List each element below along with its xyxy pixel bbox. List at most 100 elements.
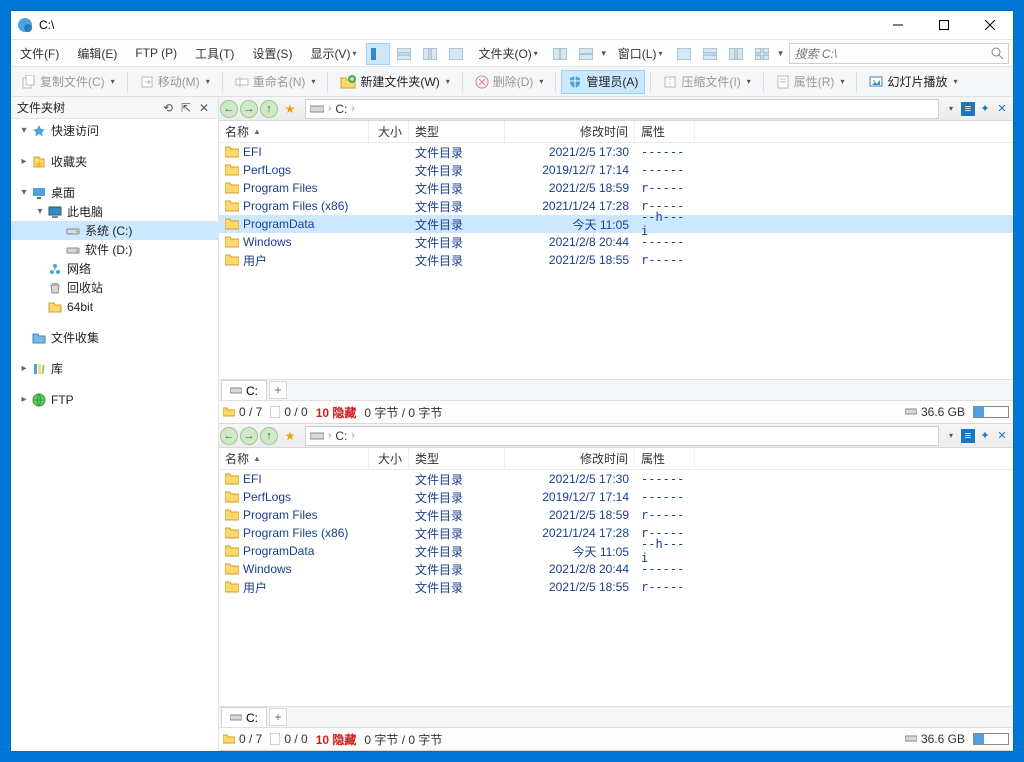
sidebar-sync-icon[interactable]: ⟲	[160, 100, 176, 116]
minimize-button[interactable]	[875, 11, 921, 39]
pane-close-icon[interactable]: ✕	[995, 102, 1009, 116]
folder-view-1[interactable]	[548, 43, 572, 65]
folder-view-2[interactable]	[574, 43, 598, 65]
tree-item[interactable]: ▾此电脑	[11, 202, 218, 221]
search-icon[interactable]	[991, 47, 1004, 60]
tree-item[interactable]: ▾桌面	[11, 183, 218, 202]
breadcrumb[interactable]: ›C:›	[305, 99, 939, 119]
file-row[interactable]: Windows文件目录2021/2/8 20:44------	[219, 233, 1013, 251]
crumb-drive[interactable]: C:	[335, 429, 347, 443]
nav-forward-button[interactable]: →	[240, 100, 258, 118]
slideshow-button[interactable]: 幻灯片播放▾	[862, 70, 964, 94]
menu-file[interactable]: 文件(F)	[11, 40, 68, 66]
menu-tools[interactable]: 工具(T)	[186, 40, 243, 66]
search-box[interactable]	[789, 43, 1009, 64]
menu-view[interactable]: 显示(V)▾	[301, 40, 365, 66]
new-folder-button[interactable]: 新建文件夹(W)▾	[333, 70, 456, 94]
col-date[interactable]: 修改时间	[505, 448, 635, 469]
nav-favorite-button[interactable]: ★	[279, 98, 301, 120]
add-tab-button[interactable]: +	[269, 381, 287, 399]
nav-back-button[interactable]: ←	[220, 100, 238, 118]
col-attr[interactable]: 属性	[635, 448, 695, 469]
expand-icon[interactable]: ▾	[33, 206, 47, 217]
delete-button[interactable]: 删除(D)▾	[468, 70, 551, 94]
folder-dropdown[interactable]	[599, 40, 609, 66]
pane-sync-icon[interactable]: ≡	[961, 429, 975, 443]
sidebar-close-icon[interactable]: ✕	[196, 100, 212, 116]
rename-button[interactable]: 重命名(N)▾	[228, 70, 323, 94]
tree-item[interactable]: 文件收集	[11, 328, 218, 347]
file-row[interactable]: PerfLogs文件目录2019/12/7 17:14------	[219, 161, 1013, 179]
tree-item[interactable]: 网络	[11, 259, 218, 278]
layout-dropdown[interactable]	[775, 40, 785, 66]
close-button[interactable]	[967, 11, 1013, 39]
col-attr[interactable]: 属性	[635, 121, 695, 142]
pane-tab[interactable]: C:	[221, 380, 267, 400]
crumb-dropdown[interactable]: ▾	[945, 104, 957, 113]
crumb-drive[interactable]: C:	[335, 102, 347, 116]
file-row[interactable]: ProgramData文件目录今天 11:05--h---i	[219, 215, 1013, 233]
folder-tree[interactable]: ▾快速访问 ▸收藏夹 ▾桌面▾此电脑系统 (C:)软件 (D:) 网络 回收站 64…	[11, 119, 218, 751]
pane-sync-icon[interactable]: ≡	[961, 102, 975, 116]
file-row[interactable]: Program Files文件目录2021/2/5 18:59r-----	[219, 179, 1013, 197]
tree-item[interactable]: 系统 (C:)	[11, 221, 218, 240]
maximize-button[interactable]	[921, 11, 967, 39]
tree-item[interactable]: 64bit	[11, 297, 218, 316]
view-mode-2[interactable]	[392, 43, 416, 65]
expand-icon[interactable]: ▾	[17, 187, 31, 198]
pane-expand-icon[interactable]: ✦	[978, 429, 992, 443]
file-row[interactable]: Program Files (x86)文件目录2021/1/24 17:28r-…	[219, 524, 1013, 542]
file-row[interactable]: Program Files (x86)文件目录2021/1/24 17:28r-…	[219, 197, 1013, 215]
col-name[interactable]: 名称 ▲	[219, 448, 369, 469]
search-input[interactable]	[794, 47, 991, 61]
file-row[interactable]: PerfLogs文件目录2019/12/7 17:14------	[219, 488, 1013, 506]
file-row[interactable]: 用户文件目录2021/2/5 18:55r-----	[219, 578, 1013, 596]
tree-item[interactable]: ▾快速访问	[11, 121, 218, 140]
file-row[interactable]: Program Files文件目录2021/2/5 18:59r-----	[219, 506, 1013, 524]
nav-up-button[interactable]: ↑	[260, 427, 278, 445]
col-name[interactable]: 名称 ▲	[219, 121, 369, 142]
col-date[interactable]: 修改时间	[505, 121, 635, 142]
file-list[interactable]: EFI文件目录2021/2/5 17:30------PerfLogs文件目录2…	[219, 470, 1013, 706]
sidebar-pin-icon[interactable]: ⇱	[178, 100, 194, 116]
tree-item[interactable]: ▸FTP	[11, 390, 218, 409]
expand-icon[interactable]: ▸	[17, 363, 31, 374]
col-size[interactable]: 大小	[369, 448, 409, 469]
admin-button[interactable]: 管理员(A)	[561, 70, 645, 94]
tree-item[interactable]: 软件 (D:)	[11, 240, 218, 259]
view-mode-1[interactable]	[366, 43, 390, 65]
add-tab-button[interactable]: +	[269, 708, 287, 726]
crumb-dropdown[interactable]: ▾	[945, 431, 957, 440]
compress-button[interactable]: 压缩文件(I)▾	[656, 70, 757, 94]
col-size[interactable]: 大小	[369, 121, 409, 142]
nav-favorite-button[interactable]: ★	[279, 425, 301, 447]
file-row[interactable]: EFI文件目录2021/2/5 17:30------	[219, 470, 1013, 488]
expand-icon[interactable]: ▸	[17, 394, 31, 405]
move-button[interactable]: 移动(M)▾	[133, 70, 217, 94]
view-mode-4[interactable]	[444, 43, 468, 65]
menu-folder[interactable]: 文件夹(O)▾	[469, 40, 546, 66]
layout-1[interactable]	[672, 43, 696, 65]
expand-icon[interactable]: ▸	[17, 156, 31, 167]
layout-3[interactable]	[724, 43, 748, 65]
menu-ftp[interactable]: FTP (P)	[126, 40, 186, 66]
menu-window[interactable]: 窗口(L)▾	[609, 40, 672, 66]
file-list[interactable]: EFI文件目录2021/2/5 17:30------PerfLogs文件目录2…	[219, 143, 1013, 379]
nav-back-button[interactable]: ←	[220, 427, 238, 445]
nav-up-button[interactable]: ↑	[260, 100, 278, 118]
menu-edit[interactable]: 编辑(E)	[68, 40, 126, 66]
menu-settings[interactable]: 设置(S)	[243, 40, 301, 66]
pane-close-icon[interactable]: ✕	[995, 429, 1009, 443]
layout-4[interactable]	[750, 43, 774, 65]
view-mode-3[interactable]	[418, 43, 442, 65]
expand-icon[interactable]: ▾	[17, 125, 31, 136]
file-row[interactable]: 用户文件目录2021/2/5 18:55r-----	[219, 251, 1013, 269]
tree-item[interactable]: ▸收藏夹	[11, 152, 218, 171]
file-row[interactable]: Windows文件目录2021/2/8 20:44------	[219, 560, 1013, 578]
pane-expand-icon[interactable]: ✦	[978, 102, 992, 116]
properties-button[interactable]: 属性(R)▾	[769, 70, 852, 94]
copy-file-button[interactable]: 复制文件(C)▾	[15, 70, 122, 94]
tree-item[interactable]: 回收站	[11, 278, 218, 297]
col-type[interactable]: 类型	[409, 448, 505, 469]
file-row[interactable]: EFI文件目录2021/2/5 17:30------	[219, 143, 1013, 161]
